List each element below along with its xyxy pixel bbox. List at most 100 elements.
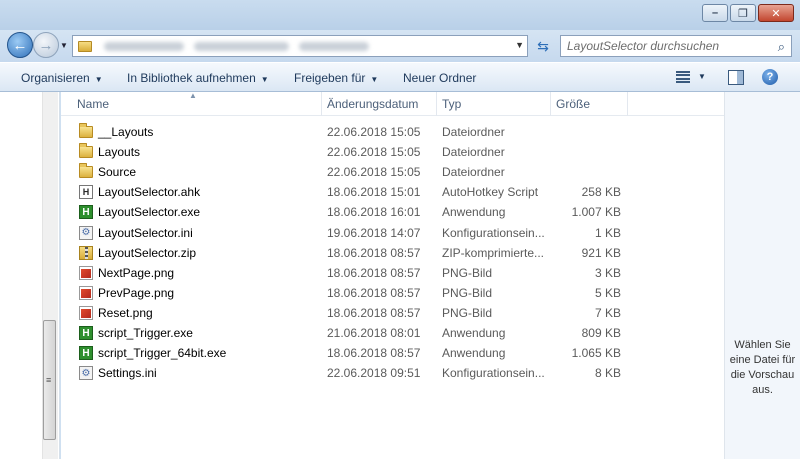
title-bar: – ❐ ✕: [0, 0, 800, 30]
settings-file-icon: ⚙: [79, 225, 93, 240]
sort-ascending-icon: ▲: [189, 91, 197, 100]
file-date: 18.06.2018 16:01: [327, 205, 421, 220]
column-header-size[interactable]: Größe: [556, 97, 590, 111]
file-date: 18.06.2018 08:57: [327, 346, 421, 361]
file-type: ZIP-komprimierte...: [442, 245, 545, 260]
search-input[interactable]: [561, 39, 761, 53]
address-row: ← → ▼ ▼ ⇆ ⌕: [0, 30, 800, 62]
refresh-icon: ⇆: [537, 37, 549, 54]
organize-menu[interactable]: Organisieren ▼: [21, 71, 103, 85]
column-divider[interactable]: [627, 92, 628, 116]
file-name: script_Trigger_64bit.exe: [98, 346, 227, 361]
file-name: PrevPage.png: [98, 285, 175, 300]
file-row[interactable]: __Layouts 22.06.2018 15:05 Dateiordner: [61, 122, 724, 142]
file-date: 18.06.2018 08:57: [327, 305, 421, 320]
file-row[interactable]: Hscript_Trigger.exe 21.06.2018 08:01 Anwen…: [61, 323, 724, 343]
file-date: 22.06.2018 15:05: [327, 165, 421, 180]
zip-archive-icon: [79, 245, 93, 260]
help-icon[interactable]: ?: [762, 69, 778, 85]
file-type: Anwendung: [442, 346, 506, 361]
column-divider[interactable]: [321, 92, 322, 116]
file-size: 8 KB: [594, 366, 621, 381]
file-row[interactable]: ⚙ Settings.ini 22.06.2018 09:51 Konfigurati…: [61, 363, 724, 383]
address-bar[interactable]: ▼: [72, 35, 528, 57]
address-dropdown-icon[interactable]: ▼: [515, 40, 524, 50]
image-file-icon: [79, 305, 93, 320]
file-type: PNG-Bild: [442, 265, 493, 280]
file-size: 3 KB: [594, 265, 621, 280]
file-row[interactable]: Layouts 22.06.2018 15:05 Dateiordner: [61, 142, 724, 162]
file-name: NextPage.png: [98, 265, 175, 280]
file-row[interactable]: H LayoutSelector.exe 18.06.2018 16:01 Anwen…: [61, 202, 724, 222]
breadcrumb: [104, 41, 369, 51]
file-row[interactable]: H LayoutSelector.ahk 18.06.2018 15:01 AutoH…: [61, 182, 724, 202]
file-name: LayoutSelector.ini: [98, 225, 193, 240]
column-divider[interactable]: [550, 92, 551, 116]
file-row[interactable]: Source 22.06.2018 15:05 Dateiordner: [61, 162, 724, 182]
file-type: Dateiordner: [442, 145, 505, 160]
file-name: Settings.ini: [98, 366, 157, 381]
include-library-label: In Bibliothek aufnehmen: [127, 71, 256, 85]
column-header-date[interactable]: Änderungsdatum: [327, 97, 418, 111]
new-folder-button[interactable]: Neuer Ordner: [403, 71, 476, 85]
history-dropdown-icon[interactable]: ▼: [60, 41, 68, 50]
file-row[interactable]: LayoutSelector.zip 18.06.2018 08:57 ZIP-ko…: [61, 243, 724, 263]
forward-button[interactable]: →: [33, 32, 59, 58]
column-header-type[interactable]: Typ: [442, 97, 461, 111]
file-name: script_Trigger.exe: [98, 326, 193, 340]
search-icon[interactable]: ⌕: [778, 39, 785, 55]
chevron-down-icon: ▼: [94, 75, 103, 84]
file-date: 18.06.2018 08:57: [327, 285, 421, 300]
command-bar: Organisieren ▼ In Bibliothek aufnehmen ▼ F…: [0, 62, 800, 92]
preview-pane: Wählen Sie eine Datei für die Vorschau a…: [725, 92, 800, 459]
minimize-button[interactable]: –: [702, 4, 728, 22]
file-name: LayoutSelector.ahk: [98, 185, 201, 200]
file-type: Konfigurationsein...: [442, 366, 545, 381]
file-size: 258 KB: [581, 185, 621, 200]
close-button[interactable]: ✕: [758, 4, 794, 22]
file-type: Anwendung: [442, 326, 506, 340]
file-date: 19.06.2018 14:07: [327, 225, 421, 240]
breadcrumb-item-blurred[interactable]: [104, 41, 184, 51]
file-name: LayoutSelector.zip: [98, 245, 197, 260]
search-box[interactable]: ⌕: [560, 35, 792, 57]
share-menu[interactable]: Freigeben für ▼: [294, 71, 378, 85]
image-file-icon: [79, 265, 93, 280]
file-row[interactable]: Hscript_Trigger_64bit.exe 18.06.2018 08:5…: [61, 343, 724, 363]
file-size: 5 KB: [594, 285, 621, 300]
file-date: 22.06.2018 15:05: [327, 125, 421, 139]
refresh-button[interactable]: ⇆: [532, 36, 554, 56]
file-date: 22.06.2018 09:51: [327, 366, 421, 381]
maximize-button[interactable]: ❐: [730, 4, 756, 22]
folder-icon: [78, 40, 92, 52]
file-type: Dateiordner: [442, 125, 505, 139]
file-date: 21.06.2018 08:01: [327, 326, 421, 340]
breadcrumb-item-blurred[interactable]: [299, 41, 369, 51]
settings-file-icon: ⚙: [79, 366, 93, 381]
file-size: 1.065 KB: [571, 346, 621, 361]
file-row[interactable]: PrevPage.png 18.06.2018 08:57 PNG-Bild 5 KB: [61, 283, 724, 303]
breadcrumb-item-blurred[interactable]: [194, 41, 289, 51]
file-row[interactable]: ⚙ LayoutSelector.ini 19.06.2018 14:07 Konfi…: [61, 223, 724, 243]
file-date: 22.06.2018 15:05: [327, 145, 421, 160]
file-row[interactable]: NextPage.png 18.06.2018 08:57 PNG-Bild 3 KB: [61, 263, 724, 283]
file-name: __Layouts: [98, 125, 154, 139]
view-options-icon[interactable]: [676, 71, 690, 83]
file-name: Layouts: [98, 145, 141, 160]
column-header-name[interactable]: Name: [77, 97, 109, 111]
back-button[interactable]: ←: [7, 32, 33, 58]
exe-app-icon: H: [79, 346, 93, 361]
view-dropdown-icon[interactable]: ▼: [698, 72, 706, 81]
window-controls: – ❐ ✕: [700, 4, 794, 22]
folder-icon: [79, 163, 93, 179]
include-library-menu[interactable]: In Bibliothek aufnehmen ▼: [127, 71, 269, 85]
column-divider[interactable]: [436, 92, 437, 116]
preview-pane-icon[interactable]: [728, 70, 744, 85]
file-type: Anwendung: [442, 205, 506, 220]
scroll-grip-icon: ≡: [46, 375, 52, 385]
organize-label: Organisieren: [21, 71, 90, 85]
file-type: Konfigurationsein...: [442, 225, 545, 240]
share-label: Freigeben für: [294, 71, 366, 85]
file-list: ▲ Name Änderungsdatum Typ Größe __Layout…: [61, 91, 724, 459]
file-row[interactable]: Reset.png 18.06.2018 08:57 PNG-Bild 7 KB: [61, 303, 724, 323]
